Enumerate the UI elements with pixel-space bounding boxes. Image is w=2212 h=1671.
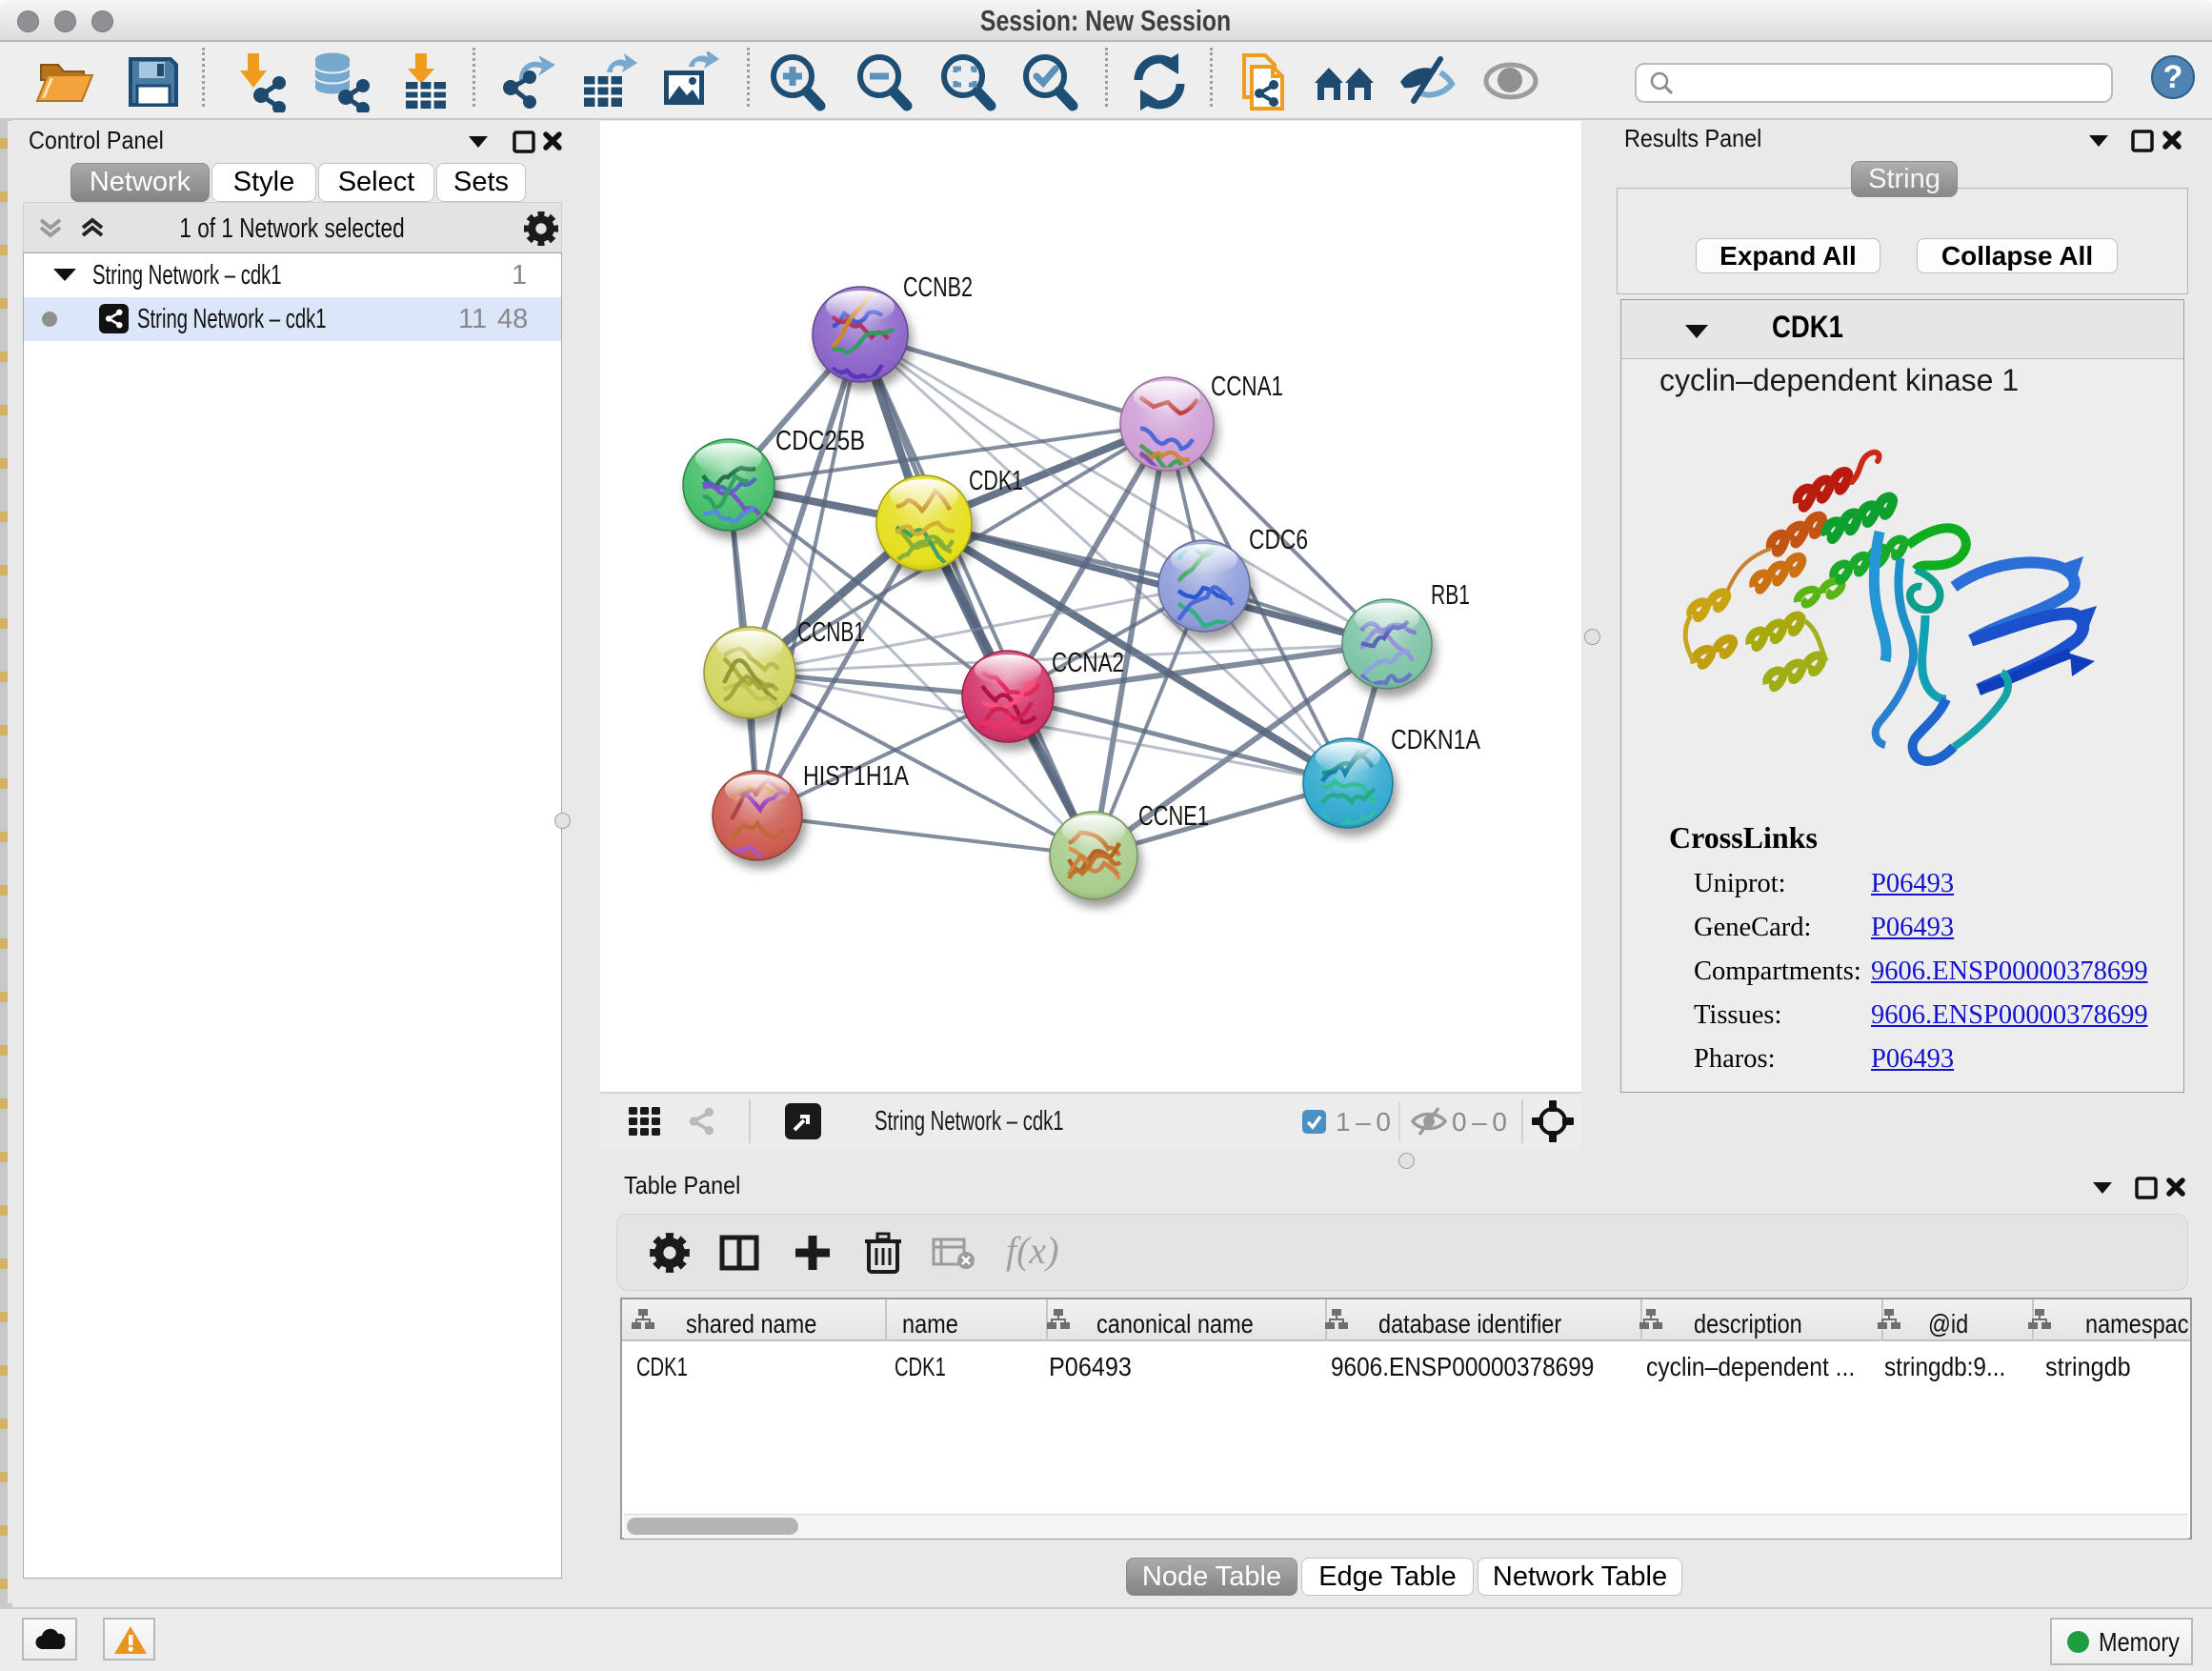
svg-text:CCNE1: CCNE1 (1138, 801, 1209, 832)
svg-text:CDC6: CDC6 (1249, 525, 1308, 555)
svg-text:CCNB1: CCNB1 (797, 617, 865, 648)
svg-text:CDC25B: CDC25B (775, 426, 865, 456)
svg-text:CCNA2: CCNA2 (1052, 648, 1124, 678)
svg-text:CDKN1A: CDKN1A (1391, 725, 1481, 755)
svg-text:HIST1H1A: HIST1H1A (803, 761, 910, 792)
svg-text:CCNA1: CCNA1 (1211, 372, 1283, 402)
svg-text:CDK1: CDK1 (969, 466, 1023, 496)
svg-text:CCNB2: CCNB2 (903, 272, 973, 303)
svg-text:RB1: RB1 (1431, 580, 1470, 611)
